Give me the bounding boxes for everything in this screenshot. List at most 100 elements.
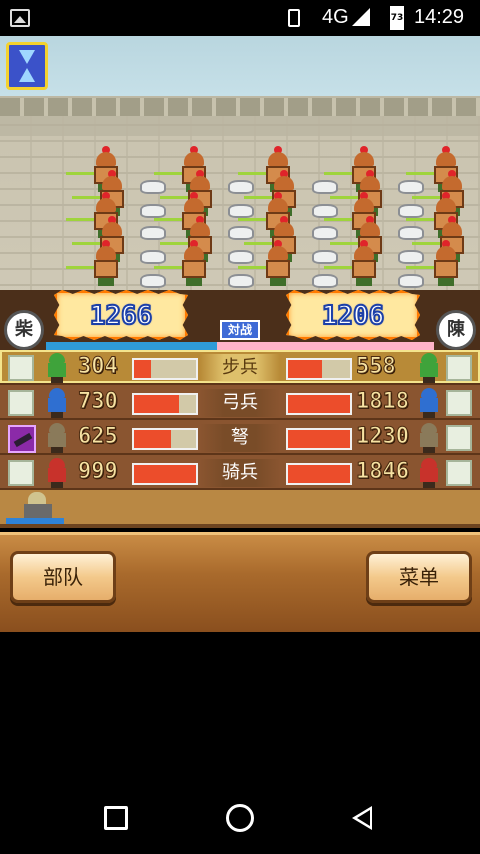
fallen-skull bbox=[398, 226, 424, 240]
right-infantry-icon bbox=[414, 353, 444, 383]
left-cavalry-icon bbox=[42, 458, 72, 488]
vibrate-icon bbox=[288, 9, 300, 27]
troops-button[interactable]: 部队 bbox=[10, 551, 116, 603]
left-crossbow-icon bbox=[42, 423, 72, 453]
fallen-skull bbox=[398, 180, 424, 194]
unit-row[interactable]: 999 骑兵 1846 bbox=[0, 455, 480, 490]
left-total: 1266 bbox=[89, 300, 154, 332]
unit-name: 骑兵 bbox=[200, 459, 280, 487]
fallen-skull bbox=[228, 204, 254, 218]
right-unit-hp-fill bbox=[288, 360, 323, 378]
right-unit-count: 1846 bbox=[356, 459, 410, 485]
fallen-skull bbox=[228, 226, 254, 240]
right-unit-checkbox[interactable] bbox=[446, 390, 472, 416]
enemy-soldier bbox=[406, 240, 464, 286]
right-unit-hp-bar bbox=[286, 393, 352, 415]
unit-name: 弓兵 bbox=[200, 389, 280, 417]
castle-wall bbox=[0, 98, 480, 116]
right-commander-seal: 陳 bbox=[436, 310, 476, 350]
left-unit-hp-bar bbox=[132, 393, 198, 415]
right-unit-hp-fill bbox=[288, 395, 350, 413]
fallen-skull bbox=[312, 274, 338, 288]
right-unit-hp-fill bbox=[288, 430, 350, 448]
siege-cannon-icon[interactable] bbox=[8, 425, 36, 453]
fallen-skull bbox=[398, 274, 424, 288]
fallen-skull bbox=[312, 226, 338, 240]
unit-row[interactable]: 304 步兵 558 bbox=[0, 350, 480, 385]
right-unit-hp-fill bbox=[288, 465, 350, 483]
left-unit-count: 999 bbox=[78, 459, 119, 485]
unit-name: 弩 bbox=[200, 424, 280, 452]
left-total-burst: 1266 bbox=[54, 290, 188, 340]
unit-rows: 304 步兵 558 730 弓兵 1818 625 弩 1230 999 骑兵 bbox=[0, 350, 480, 490]
score-banner: 柴 1266 対战 1206 陳 bbox=[0, 290, 480, 350]
navigation-bar bbox=[0, 780, 480, 854]
right-unit-count: 1818 bbox=[356, 389, 410, 415]
morale-bar bbox=[46, 342, 434, 350]
left-commander-seal: 柴 bbox=[4, 310, 44, 350]
fallen-skull bbox=[398, 250, 424, 264]
back-icon[interactable] bbox=[352, 806, 372, 830]
left-unit-checkbox[interactable] bbox=[8, 390, 34, 416]
left-unit-count: 730 bbox=[78, 389, 119, 415]
left-unit-hp-bar bbox=[132, 428, 198, 450]
gallery-notification-icon bbox=[10, 9, 30, 27]
fallen-skull bbox=[140, 180, 166, 194]
fallen-skull bbox=[228, 250, 254, 264]
right-unit-count: 558 bbox=[356, 354, 397, 380]
left-unit-hp-fill bbox=[134, 430, 172, 448]
signal-icon bbox=[352, 8, 370, 26]
right-total-burst: 1206 bbox=[286, 290, 420, 340]
network-type: 4G bbox=[322, 6, 349, 28]
left-unit-hp-bar bbox=[132, 463, 198, 485]
right-archer-icon bbox=[414, 388, 444, 418]
enemy-soldier bbox=[154, 240, 212, 286]
left-unit-checkbox[interactable] bbox=[8, 355, 34, 381]
left-unit-hp-fill bbox=[134, 465, 196, 483]
fallen-skull bbox=[312, 180, 338, 194]
left-unit-hp-bar bbox=[132, 358, 198, 380]
morale-bar-left-fill bbox=[46, 342, 217, 350]
fallen-skull bbox=[228, 180, 254, 194]
fallen-skull bbox=[140, 250, 166, 264]
right-unit-checkbox[interactable] bbox=[446, 355, 472, 381]
fallen-skull bbox=[140, 204, 166, 218]
general-strip bbox=[0, 490, 480, 528]
left-unit-checkbox[interactable] bbox=[8, 460, 34, 486]
enemy-soldier bbox=[324, 240, 382, 286]
unit-name: 步兵 bbox=[200, 354, 280, 382]
right-total: 1206 bbox=[321, 300, 386, 332]
right-unit-count: 1230 bbox=[356, 424, 410, 450]
battlefield bbox=[0, 36, 480, 300]
recent-apps-icon[interactable] bbox=[104, 806, 128, 830]
left-unit-count: 625 bbox=[78, 424, 119, 450]
right-cavalry-icon bbox=[414, 458, 444, 488]
left-archer-icon bbox=[42, 388, 72, 418]
unit-row[interactable]: 730 弓兵 1818 bbox=[0, 385, 480, 420]
home-icon[interactable] bbox=[226, 804, 254, 832]
fallen-skull bbox=[398, 204, 424, 218]
menu-button[interactable]: 菜单 bbox=[366, 551, 472, 603]
right-unit-checkbox[interactable] bbox=[446, 425, 472, 451]
status-bar: 4G 73 14:29 bbox=[0, 0, 480, 36]
right-unit-checkbox[interactable] bbox=[446, 460, 472, 486]
general-portrait-icon[interactable] bbox=[6, 490, 64, 526]
battery-icon: 73 bbox=[390, 6, 404, 30]
clock: 14:29 bbox=[414, 6, 465, 28]
fallen-skull bbox=[140, 226, 166, 240]
enemy-soldier bbox=[238, 240, 296, 286]
fallen-skull bbox=[312, 250, 338, 264]
right-unit-hp-bar bbox=[286, 358, 352, 380]
left-infantry-icon bbox=[42, 353, 72, 383]
fallen-skull bbox=[228, 274, 254, 288]
left-unit-hp-fill bbox=[134, 395, 179, 413]
unit-row[interactable]: 625 弩 1230 bbox=[0, 420, 480, 455]
command-panel: 部队 菜单 bbox=[0, 532, 480, 632]
enemy-soldier bbox=[66, 240, 124, 286]
right-unit-hp-bar bbox=[286, 463, 352, 485]
right-crossbow-icon bbox=[414, 423, 444, 453]
fallen-skull bbox=[312, 204, 338, 218]
versus-badge: 対战 bbox=[220, 320, 260, 340]
hourglass-speed-icon[interactable] bbox=[6, 42, 48, 90]
fallen-skull bbox=[140, 274, 166, 288]
